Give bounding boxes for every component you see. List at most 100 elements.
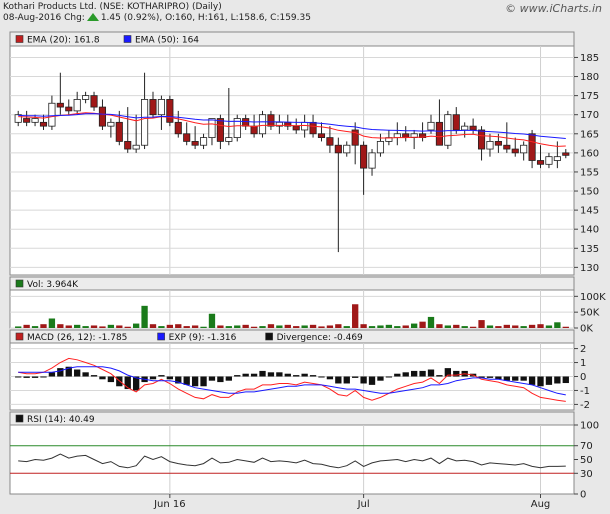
candle-body xyxy=(82,95,90,100)
volume-bar xyxy=(107,324,115,328)
divergence-bar xyxy=(385,376,393,378)
volume-bar xyxy=(335,324,342,328)
candle-body xyxy=(376,141,385,154)
candle-body xyxy=(208,118,216,139)
candle-body xyxy=(511,148,519,154)
volume-bar xyxy=(427,316,435,328)
divergence-bar xyxy=(149,376,157,380)
divergence-bar xyxy=(57,368,64,377)
ytick-label-rsi: 100 xyxy=(580,421,599,432)
divergence-bar xyxy=(394,373,401,377)
ytick-label-price: 150 xyxy=(580,187,599,198)
divergence-bar xyxy=(419,370,426,377)
ytick-label-vol: 50K xyxy=(580,308,600,319)
volume-bar xyxy=(478,320,485,328)
legend-swatch-price-0 xyxy=(15,35,24,43)
volume-bar xyxy=(528,324,536,328)
divergence-bar xyxy=(116,376,123,387)
legend-swatch-vol-0 xyxy=(15,279,24,288)
candle-body xyxy=(427,121,435,131)
divergence-bar xyxy=(259,370,266,377)
volume-bar xyxy=(166,324,174,328)
volume-bar xyxy=(444,325,452,328)
legend-label-price-0: EMA (20): 161.8 xyxy=(27,36,100,46)
legend-swatch-price-1 xyxy=(123,35,132,43)
divergence-bar xyxy=(326,376,334,380)
candle-body xyxy=(124,141,132,150)
volume-bar xyxy=(293,326,300,328)
volume-bar xyxy=(141,305,148,328)
candle-body xyxy=(562,152,570,156)
candle-body xyxy=(444,114,452,146)
volume-bar xyxy=(469,326,477,328)
divergence-bar xyxy=(427,369,435,377)
candle-body xyxy=(149,99,157,116)
ytick-label-vol: 100K xyxy=(580,292,606,303)
divergence-bar xyxy=(74,369,81,377)
divergence-bar xyxy=(234,375,241,377)
divergence-bar xyxy=(48,372,56,377)
divergence-bar xyxy=(368,376,376,385)
ytick-label-price: 175 xyxy=(580,91,599,102)
candle-body xyxy=(326,137,334,146)
legend-label-rsi-0: RSI (14): 40.49 xyxy=(27,415,95,425)
volume-bar xyxy=(562,326,569,328)
candle-body xyxy=(536,160,545,165)
volume-bar xyxy=(149,324,157,328)
volume-bar xyxy=(436,324,443,328)
volume-bar xyxy=(217,325,224,328)
volume-bar xyxy=(520,326,527,328)
divergence-bar xyxy=(267,372,275,377)
candle-body xyxy=(368,152,376,169)
volume-bar xyxy=(343,326,350,328)
volume-bar xyxy=(99,326,106,328)
volume-bar xyxy=(40,324,47,328)
ytick-label-price: 170 xyxy=(580,110,599,121)
ytick-label-price: 135 xyxy=(580,244,599,255)
volume-bar xyxy=(352,304,359,328)
volume-bar xyxy=(15,326,22,328)
candle-body xyxy=(292,125,300,131)
ytick-label-macd: -1 xyxy=(580,386,590,397)
divergence-bar xyxy=(166,376,174,380)
ytick-label-price: 130 xyxy=(580,263,599,274)
volume-bar xyxy=(503,324,510,328)
volume-bar xyxy=(545,325,553,328)
ytick-label-price: 140 xyxy=(580,225,599,236)
volume-bar xyxy=(394,326,401,328)
legend-label-macd-2: Divergence: -0.469 xyxy=(277,333,363,343)
ytick-label-price: 165 xyxy=(580,129,599,140)
legend-swatch-rsi-0 xyxy=(15,414,24,423)
candle-body xyxy=(132,144,140,150)
divergence-bar xyxy=(453,370,460,377)
candle-body xyxy=(141,99,149,146)
divergence-bar xyxy=(183,376,190,385)
volume-bar xyxy=(495,326,502,328)
divergence-bar xyxy=(377,376,384,381)
ytick-label-price: 155 xyxy=(580,167,599,178)
candle-body xyxy=(90,95,98,108)
legend-label-macd-1: EXP (9): -1.316 xyxy=(169,333,237,343)
panel-price xyxy=(9,31,575,276)
volume-bar xyxy=(453,324,460,328)
candle-body xyxy=(469,125,477,131)
volume-bar xyxy=(377,325,384,328)
legend-swatch-macd-2 xyxy=(265,332,273,341)
divergence-bar xyxy=(528,376,536,385)
divergence-bar xyxy=(40,376,47,378)
volume-bar xyxy=(410,323,418,328)
divergence-bar xyxy=(402,372,409,377)
candle-body xyxy=(107,121,115,127)
candle-body xyxy=(494,141,502,146)
candle-body xyxy=(183,133,191,142)
candle-body xyxy=(73,99,81,112)
volume-bar xyxy=(31,326,39,328)
divergence-bar xyxy=(90,375,98,377)
legend-swatch-macd-0 xyxy=(15,332,24,341)
volume-bar xyxy=(276,325,283,328)
volume-bar xyxy=(90,325,98,328)
candle-body xyxy=(309,121,317,135)
ytick-label-price: 160 xyxy=(580,148,599,159)
ytick-label-rsi: 0 xyxy=(580,490,586,501)
volume-bar xyxy=(326,325,334,328)
